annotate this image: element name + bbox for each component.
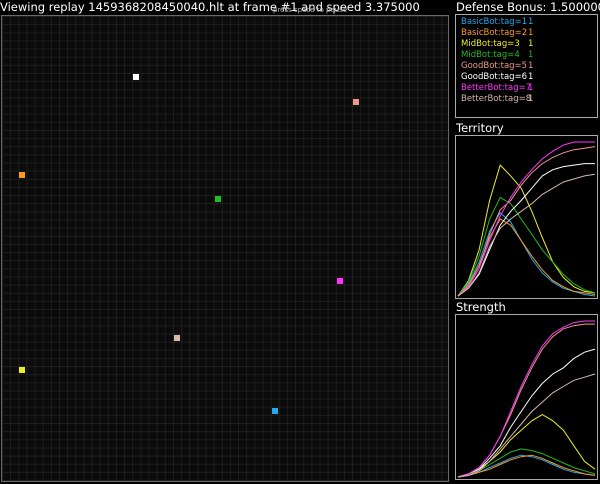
player-1-cell[interactable] [271, 408, 278, 415]
player-6-cell[interactable] [133, 74, 140, 81]
legend-player-name: BetterBot:tag=7 [461, 83, 532, 93]
replay-status: Viewing replay 1459368208450040.hlt at f… [0, 0, 420, 14]
legend-row: GoodBot:tag=5 1 [456, 61, 597, 72]
legend-player-value: 1 [528, 28, 534, 38]
legend-player-value: 1 [528, 50, 534, 60]
player-legend: BasicBot:tag=1 1 BasicBot:tag=2 1 MidBot:tag… [455, 14, 598, 118]
player-5-cell[interactable] [353, 98, 360, 105]
territory-graph [455, 135, 598, 299]
player-3-cell[interactable] [19, 367, 26, 374]
series-player-2 [457, 454, 596, 478]
legend-row: BetterBot:tag=7 1 [456, 83, 597, 94]
strength-graph [455, 314, 598, 480]
legend-row: BetterBot:tag=8 1 [456, 94, 597, 105]
series-player-5 [457, 323, 595, 478]
player-4-cell[interactable] [214, 196, 221, 203]
legend-player-value: 1 [528, 17, 534, 27]
legend-player-value: 1 [528, 83, 534, 93]
legend-player-name: GoodBot:tag=5 [461, 61, 528, 71]
legend-player-name: MidBot:tag=4 [461, 50, 520, 60]
player-2-cell[interactable] [19, 171, 26, 178]
replay-title: Viewing replay 1459368208450040.hlt at f… [0, 0, 420, 14]
legend-row: BasicBot:tag=1 1 [456, 17, 597, 28]
territory-title: Territory [456, 121, 504, 135]
legend-row: BasicBot:tag=2 1 [456, 28, 597, 39]
legend-player-value: 1 [528, 94, 534, 104]
strength-plot [457, 320, 596, 478]
series-player-8 [457, 173, 596, 297]
series-player-4 [457, 196, 596, 297]
series-player-3 [457, 164, 596, 297]
series-player-1 [457, 454, 596, 478]
legend-player-name: GoodBot:tag=6 [461, 72, 528, 82]
strength-title: Strength [456, 300, 506, 314]
legend-player-value: 1 [528, 39, 534, 49]
player-7-cell[interactable] [337, 277, 344, 284]
series-player-6 [457, 163, 595, 297]
game-board[interactable] [1, 15, 449, 482]
legend-row: MidBot:tag=4 1 [456, 50, 597, 61]
legend-player-value: 1 [528, 61, 534, 71]
player-8-cell[interactable] [174, 334, 181, 341]
series-player-6 [457, 348, 596, 478]
legend-row: GoodBot:tag=6 1 [456, 72, 597, 83]
legend-player-name: BasicBot:tag=1 [461, 17, 528, 27]
territory-plot [457, 141, 596, 297]
series-player-7 [457, 320, 595, 478]
legend-player-name: BetterBot:tag=8 [461, 94, 532, 104]
legend-player-value: 1 [528, 72, 534, 82]
legend-player-name: MidBot:tag=3 [461, 39, 520, 49]
legend-player-name: BasicBot:tag=2 [461, 28, 528, 38]
legend-row: MidBot:tag=3 1 [456, 39, 597, 50]
defense-bonus: Defense Bonus: 1.500000 [456, 0, 600, 14]
